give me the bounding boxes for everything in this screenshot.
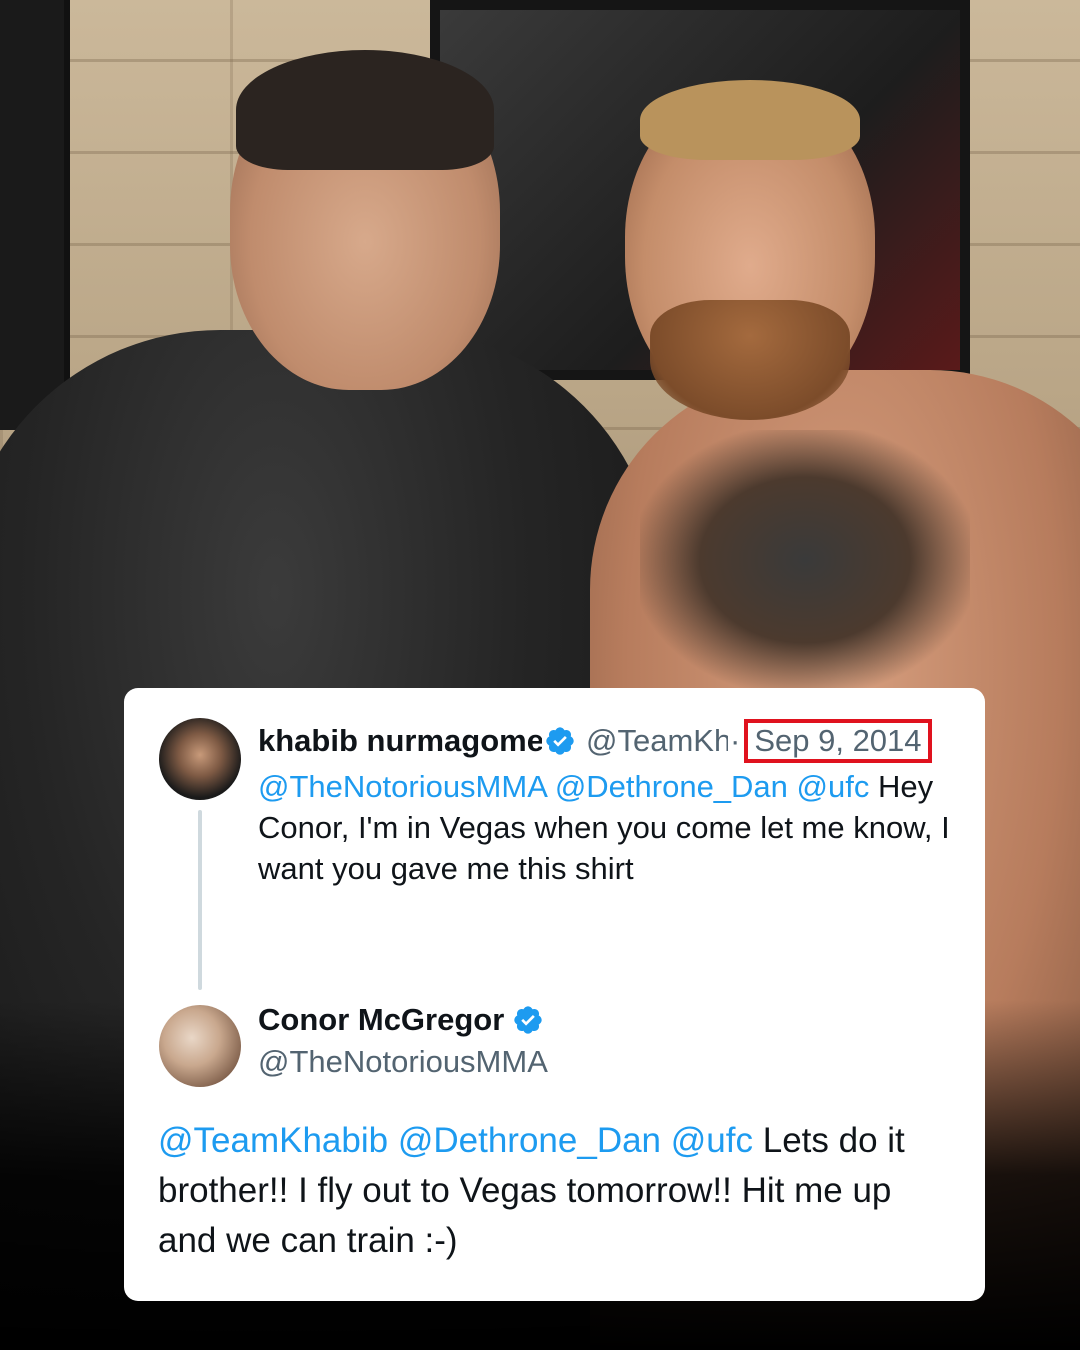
author-handle[interactable]: @TheNotoriousMMA xyxy=(258,1044,548,1080)
tweet-card: khabib nurmagome @TeamKh · Sep 9, 2014 @… xyxy=(124,688,985,1301)
tweet-text-segment xyxy=(661,1121,671,1160)
mention-link[interactable]: @TeamKhabib xyxy=(158,1121,388,1160)
person-left-hair xyxy=(236,50,494,170)
verified-badge-icon xyxy=(546,727,574,755)
wall-frame xyxy=(0,0,70,430)
tweet-text-segment xyxy=(388,1121,398,1160)
mention-link[interactable]: @Dethrone_Dan xyxy=(555,769,788,804)
avatar-khabib-icon[interactable] xyxy=(159,718,241,800)
author-handle[interactable]: @TeamKh xyxy=(586,723,728,759)
main-header: Conor McGregor xyxy=(258,1002,554,1038)
tweet-date[interactable]: Sep 9, 2014 xyxy=(744,719,932,763)
reply-text: @TheNotoriousMMA @Dethrone_Dan @ufc Hey … xyxy=(258,766,968,889)
person-right-hair xyxy=(640,80,860,160)
person-right-beard xyxy=(650,300,850,420)
verified-badge-icon xyxy=(514,1006,542,1034)
mention-link[interactable]: @TheNotoriousMMA xyxy=(258,769,546,804)
chest-tattoo xyxy=(640,430,970,690)
separator-dot: · xyxy=(730,723,741,758)
reply-header: khabib nurmagome @TeamKh · Sep 9, 2014 xyxy=(258,719,932,763)
mention-link[interactable]: @ufc xyxy=(671,1121,753,1160)
mention-link[interactable]: @Dethrone_Dan xyxy=(398,1121,661,1160)
tweet-text-segment xyxy=(788,769,797,804)
thread-connector xyxy=(198,810,202,990)
author-name[interactable]: Conor McGregor xyxy=(258,1002,504,1038)
avatar-conor-icon[interactable] xyxy=(159,1005,241,1087)
mention-link[interactable]: @ufc xyxy=(797,769,870,804)
tweet-text-segment xyxy=(546,769,555,804)
author-name[interactable]: khabib nurmagome xyxy=(258,723,542,759)
main-text: @TeamKhabib @Dethrone_Dan @ufc Lets do i… xyxy=(158,1116,948,1266)
